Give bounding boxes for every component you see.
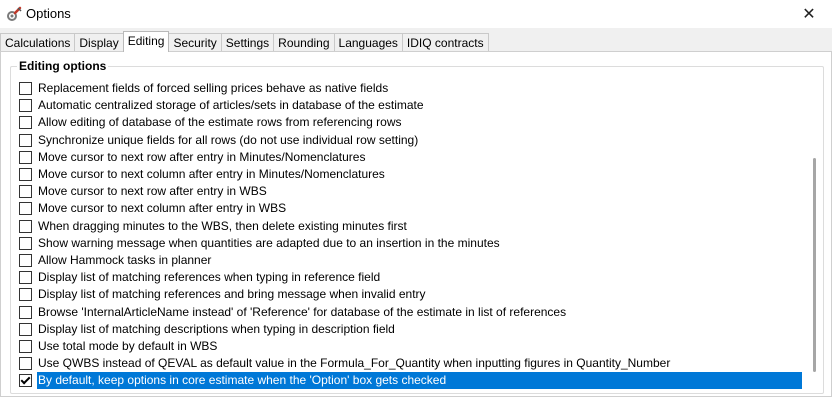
wrench-gear-icon [7, 6, 22, 21]
tab-calculations[interactable]: Calculations [0, 33, 76, 52]
scrollbar-thumb[interactable] [813, 158, 816, 372]
option-row[interactable]: Use QWBS instead of QEVAL as default val… [16, 355, 802, 372]
title-bar: Options ✕ [0, 0, 832, 28]
option-checkbox[interactable] [19, 82, 32, 95]
option-row[interactable]: Display list of matching references and … [16, 286, 802, 303]
option-label: When dragging minutes to the WBS, then d… [38, 218, 407, 233]
option-label: Display list of matching descriptions wh… [38, 321, 395, 336]
option-label: By default, keep options in core estimat… [37, 372, 802, 390]
close-button[interactable]: ✕ [786, 0, 832, 28]
option-label: Show warning message when quantities are… [38, 235, 500, 250]
option-row[interactable]: Move cursor to next row after entry in W… [16, 183, 802, 200]
tab-idiq-contracts[interactable]: IDIQ contracts [401, 33, 489, 52]
option-label: Display list of matching references and … [38, 287, 426, 302]
option-checkbox[interactable] [19, 288, 32, 302]
option-label: Display list of matching references when… [38, 270, 381, 285]
option-checkbox[interactable] [19, 202, 32, 216]
option-row[interactable]: By default, keep options in core estimat… [16, 372, 802, 390]
option-checkbox[interactable] [19, 340, 32, 353]
option-row[interactable]: Replacement fields of forced selling pri… [16, 80, 802, 97]
option-row[interactable]: Move cursor to next row after entry in M… [16, 149, 802, 166]
option-label: Allow editing of database of the estimat… [38, 115, 402, 130]
option-label: Allow Hammock tasks in planner [38, 253, 212, 267]
tab-display[interactable]: Display [74, 33, 124, 52]
option-checkbox[interactable] [19, 116, 32, 130]
option-checkbox[interactable] [19, 99, 32, 113]
tab-languages[interactable]: Languages [333, 33, 403, 52]
group-title: Editing options [17, 59, 109, 73]
window-title: Options [26, 6, 71, 21]
option-checkbox[interactable] [19, 357, 32, 371]
option-row[interactable]: Allow editing of database of the estimat… [16, 114, 802, 131]
option-row[interactable]: Move cursor to next column after entry i… [16, 166, 802, 183]
tab-bar: Calculations Display Editing Security Settin… [0, 31, 489, 52]
option-label: Move cursor to next column after entry i… [38, 167, 385, 181]
option-label: Move cursor to next row after entry in M… [38, 149, 366, 164]
tab-settings[interactable]: Settings [220, 33, 275, 52]
option-row[interactable]: Browse 'InternalArticleName instead' of … [16, 304, 802, 321]
option-label: Automatic centralized storage of article… [38, 98, 424, 113]
option-row[interactable]: Use total mode by default in WBS [16, 338, 802, 355]
options-list[interactable]: Replacement fields of forced selling pri… [16, 80, 802, 390]
option-checkbox[interactable] [19, 271, 32, 285]
option-row[interactable]: Synchronize unique fields for all rows (… [16, 132, 802, 149]
option-row[interactable]: Show warning message when quantities are… [16, 235, 802, 252]
option-checkbox[interactable] [19, 236, 32, 250]
option-checkbox[interactable] [19, 150, 32, 164]
option-row[interactable]: Display list of matching references when… [16, 269, 802, 286]
option-label: Synchronize unique fields for all rows (… [38, 132, 419, 147]
vertical-scrollbar[interactable] [806, 80, 823, 390]
option-checkbox[interactable] [19, 133, 32, 147]
option-checkbox[interactable] [19, 305, 32, 319]
option-label: Use QWBS instead of QEVAL as default val… [38, 356, 671, 371]
option-checkbox[interactable] [19, 219, 32, 233]
option-label: Use total mode by default in WBS [38, 339, 218, 353]
option-row[interactable]: Move cursor to next column after entry i… [16, 200, 802, 217]
option-row[interactable]: Allow Hammock tasks in planner [16, 252, 802, 269]
option-checkbox[interactable] [19, 254, 32, 267]
option-checkbox[interactable] [19, 185, 32, 199]
option-label: Browse 'InternalArticleName instead' of … [38, 304, 567, 319]
option-row[interactable]: When dragging minutes to the WBS, then d… [16, 218, 802, 235]
option-label: Replacement fields of forced selling pri… [38, 81, 389, 95]
tab-editing[interactable]: Editing [122, 31, 170, 52]
option-row[interactable]: Display list of matching descriptions wh… [16, 321, 802, 338]
tab-security[interactable]: Security [168, 33, 222, 52]
tab-rounding[interactable]: Rounding [273, 33, 335, 52]
option-label: Move cursor to next row after entry in W… [38, 184, 267, 199]
option-checkbox[interactable] [19, 374, 32, 388]
option-checkbox[interactable] [19, 322, 32, 336]
option-row[interactable]: Automatic centralized storage of article… [16, 97, 802, 114]
close-icon: ✕ [802, 6, 816, 23]
option-label: Move cursor to next column after entry i… [38, 201, 287, 216]
option-checkbox[interactable] [19, 168, 32, 181]
